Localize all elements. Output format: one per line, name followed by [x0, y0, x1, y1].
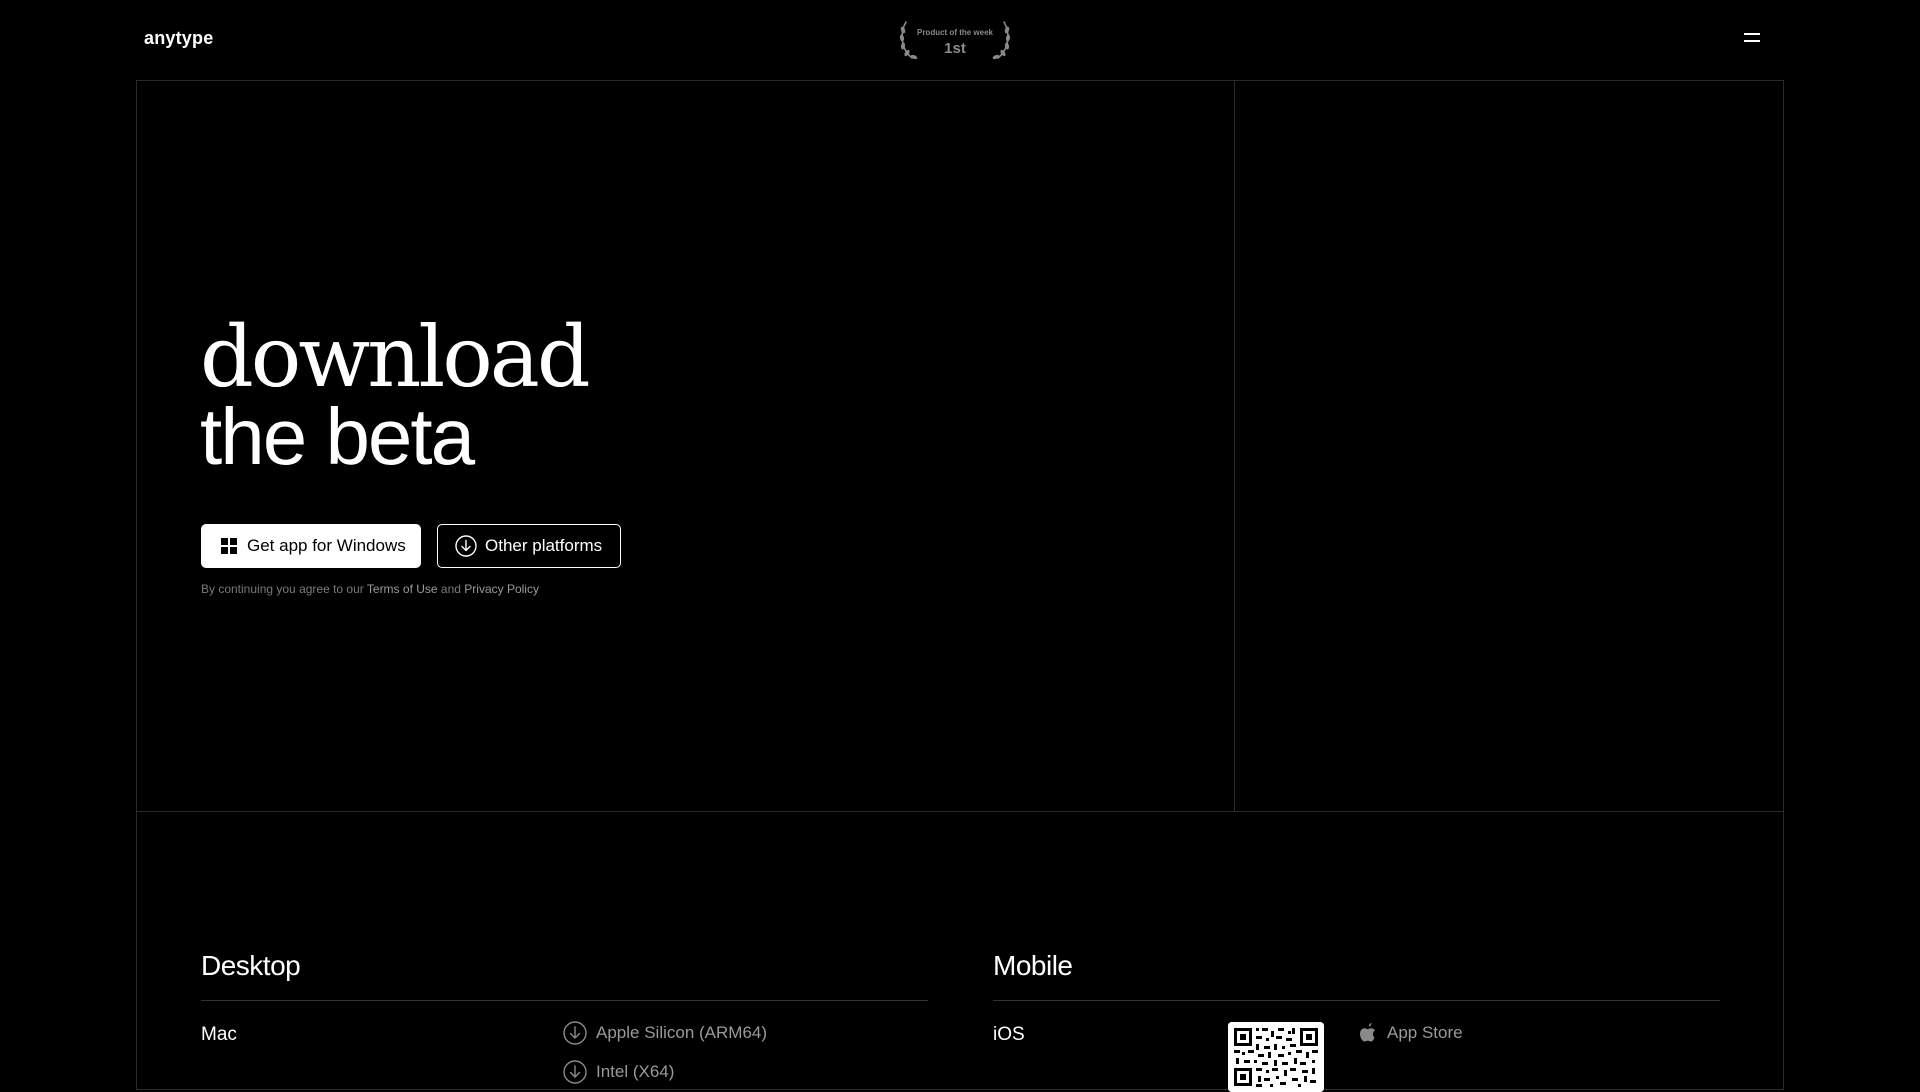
platform-mac: Mac: [201, 1024, 237, 1045]
legal-notice: By continuing you agree to our Terms of …: [201, 582, 539, 596]
hamburger-icon[interactable]: [1742, 30, 1762, 46]
download-mac-x64-link[interactable]: Intel (X64): [563, 1060, 674, 1084]
windows-icon: [221, 538, 237, 554]
award-caption: Product of the week: [916, 28, 993, 37]
hero-title-line2: the beta: [200, 392, 475, 481]
terms-of-use-link[interactable]: Terms of Use: [367, 582, 438, 596]
other-platforms-label: Other platforms: [485, 536, 603, 555]
legal-prefix: By continuing you agree to our: [201, 582, 367, 596]
mobile-section-title: Mobile: [993, 950, 1073, 981]
product-of-week-badge[interactable]: Product of the week 1st: [898, 20, 1012, 62]
download-icon: [563, 1021, 587, 1045]
legal-and: and: [437, 582, 465, 596]
privacy-policy-link[interactable]: Privacy Policy: [464, 582, 539, 596]
app-store-link[interactable]: App Store: [1358, 1022, 1463, 1044]
download-icon: [563, 1060, 587, 1084]
get-app-windows-label: Get app for Windows: [247, 536, 406, 555]
other-platforms-button[interactable]: Other platforms: [437, 524, 621, 568]
anytype-logo[interactable]: anytype: [144, 28, 213, 49]
download-icon: [455, 535, 477, 557]
app-store-label: App Store: [1387, 1023, 1463, 1042]
qr-code-icon: [1228, 1022, 1324, 1092]
mobile-divider: [993, 1000, 1720, 1001]
download-mac-arm64-label: Apple Silicon (ARM64): [596, 1023, 768, 1042]
desktop-section-title: Desktop: [201, 950, 301, 981]
desktop-divider: [201, 1000, 928, 1001]
download-mac-arm64-link[interactable]: Apple Silicon (ARM64): [563, 1021, 767, 1045]
site-header: anytype Product of the week 1st: [0, 0, 1920, 80]
apple-icon: [1360, 1023, 1375, 1042]
platform-ios: iOS: [993, 1024, 1025, 1045]
award-rank: 1st: [944, 40, 966, 57]
download-mac-x64-label: Intel (X64): [596, 1062, 675, 1081]
hero-title: download the beta: [200, 315, 591, 477]
hero-divider-horizontal: [136, 811, 1784, 812]
get-app-windows-button[interactable]: Get app for Windows: [201, 524, 421, 568]
hero-divider-vertical: [1234, 80, 1235, 812]
